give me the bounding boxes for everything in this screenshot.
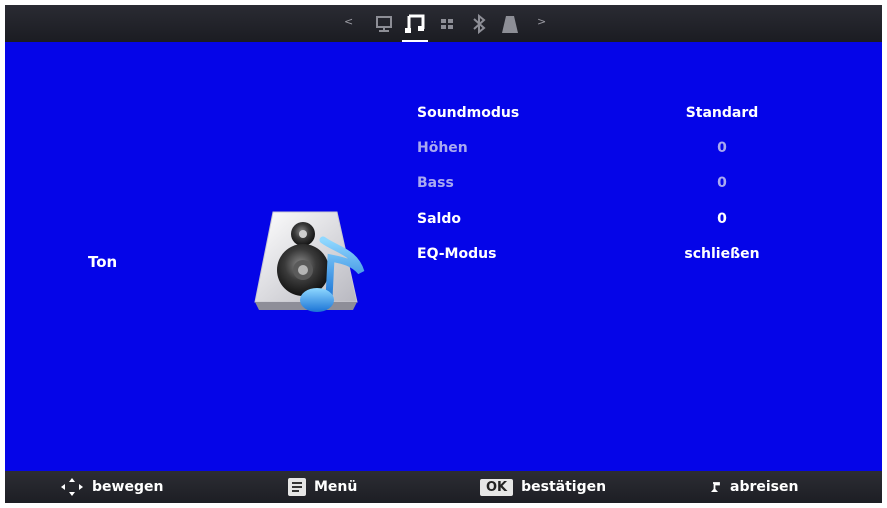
bottom-hint-bar: bewegen Menü OK bestätigen abreisen	[5, 471, 882, 503]
tab-next-arrow-icon[interactable]: >	[537, 15, 546, 28]
tab-apps[interactable]	[434, 11, 460, 37]
setting-row-saldo[interactable]: Saldo 0	[417, 211, 797, 235]
setting-value: Standard	[685, 105, 759, 121]
tv-menu-screen: < > Ton Soundmodus Standard Höhen 0 Bass…	[5, 5, 882, 503]
top-tab-bar: < >	[5, 5, 882, 42]
speaker-music-icon	[254, 211, 365, 312]
bluetooth-icon	[473, 13, 486, 35]
setting-value: 0	[717, 175, 727, 191]
back-arrow-icon	[710, 480, 722, 494]
tab-prev-arrow-icon[interactable]: <	[344, 15, 353, 28]
ok-key-icon: OK	[480, 478, 514, 496]
hint-move: bewegen	[60, 477, 163, 497]
setting-value: 0	[717, 140, 727, 156]
setting-label: Bass	[417, 175, 454, 191]
lock-icon	[502, 16, 518, 33]
hint-back: abreisen	[710, 477, 798, 497]
setting-row-bass: Bass 0	[417, 175, 797, 199]
grid-icon	[441, 19, 453, 29]
setting-value: 0	[717, 211, 727, 227]
hint-menu-label: Menü	[314, 479, 358, 495]
hint-confirm: OK bestätigen	[480, 477, 606, 497]
setting-label: Saldo	[417, 211, 461, 227]
setting-label: Soundmodus	[417, 105, 520, 121]
tab-picture[interactable]	[371, 11, 397, 37]
setting-value: schließen	[684, 246, 760, 262]
tab-sound[interactable]	[402, 11, 428, 42]
setting-row-hoehen: Höhen 0	[417, 140, 797, 164]
monitor-icon	[376, 16, 392, 32]
tab-lock[interactable]	[497, 11, 523, 37]
tab-bluetooth[interactable]	[466, 11, 492, 37]
setting-label: Höhen	[417, 140, 468, 156]
hint-menu: Menü	[288, 477, 357, 497]
setting-label: EQ-Modus	[417, 246, 497, 262]
hint-back-label: abreisen	[730, 479, 799, 495]
hint-move-label: bewegen	[92, 479, 164, 495]
music-note-icon	[405, 14, 425, 33]
setting-row-soundmodus[interactable]: Soundmodus Standard	[417, 105, 797, 129]
menu-key-icon	[288, 478, 306, 496]
hint-confirm-label: bestätigen	[521, 479, 607, 495]
setting-row-eq-modus[interactable]: EQ-Modus schließen	[417, 246, 797, 270]
section-title: Ton	[88, 253, 118, 271]
dpad-arrows-icon	[60, 477, 84, 497]
